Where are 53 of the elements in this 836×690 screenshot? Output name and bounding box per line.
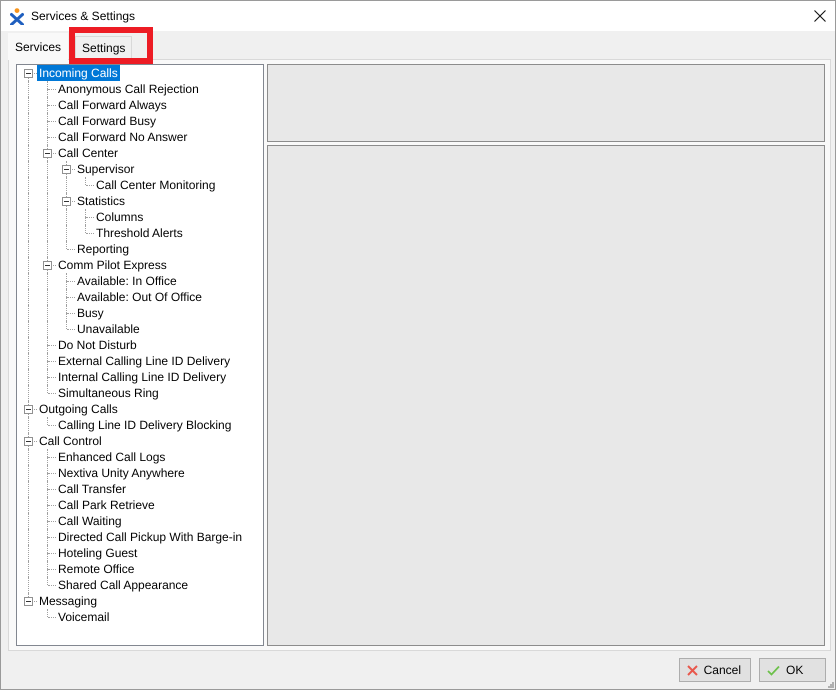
tree-item[interactable]: Internal Calling Line ID Delivery — [56, 369, 228, 385]
collapse-icon[interactable] — [43, 261, 52, 270]
tab[interactable]: Settings — [75, 36, 132, 59]
tree-item[interactable]: Supervisor — [75, 161, 136, 177]
tree-item[interactable]: External Calling Line ID Delivery — [56, 353, 232, 369]
collapse-icon[interactable] — [24, 69, 33, 78]
ok-button[interactable]: OK — [759, 658, 826, 682]
tree-item[interactable]: Calling Line ID Delivery Blocking — [56, 417, 234, 433]
tree-item[interactable]: Outgoing Calls — [37, 401, 120, 417]
tree-item[interactable]: Call Transfer — [56, 481, 128, 497]
tree-item[interactable]: Statistics — [75, 193, 128, 209]
tree-item[interactable]: Columns — [94, 209, 146, 225]
tree-item[interactable]: Available: Out Of Office — [75, 289, 204, 305]
tree-item[interactable]: Call Forward Busy — [56, 113, 158, 129]
tree-item[interactable]: Remote Office — [56, 561, 136, 577]
resize-grip-icon[interactable] — [828, 682, 834, 688]
collapse-icon[interactable] — [62, 165, 71, 174]
check-icon — [767, 664, 780, 676]
close-icon[interactable] — [814, 10, 826, 22]
tree-item[interactable]: Incoming Calls — [37, 65, 120, 81]
cancel-button[interactable]: Cancel — [678, 658, 751, 682]
tree-item[interactable]: Reporting — [75, 241, 132, 257]
collapse-icon[interactable] — [62, 197, 71, 206]
tree-item[interactable]: Call Park Retrieve — [56, 497, 157, 513]
app-logo-icon — [10, 8, 24, 24]
tree-item[interactable]: Comm Pilot Express — [56, 257, 169, 273]
tree-item[interactable]: Unavailable — [75, 321, 142, 337]
tree-item[interactable]: Enhanced Call Logs — [56, 449, 168, 465]
tree-item[interactable]: Messaging — [37, 593, 100, 609]
tree-item[interactable]: Hoteling Guest — [56, 545, 140, 561]
collapse-icon[interactable] — [43, 149, 52, 158]
tree-item[interactable]: Call Control — [37, 433, 104, 449]
tree-item[interactable]: Anonymous Call Rejection — [56, 81, 201, 97]
tree-item[interactable]: Simultaneous Ring — [56, 385, 161, 401]
tree-item[interactable]: Call Center Monitoring — [94, 177, 218, 193]
tree-item[interactable]: Threshold Alerts — [94, 225, 185, 241]
tree-item[interactable]: Available: In Office — [75, 273, 179, 289]
tree-item[interactable]: Call Forward No Answer — [56, 129, 190, 145]
tree-item[interactable]: Directed Call Pickup With Barge-in — [56, 529, 244, 545]
tab[interactable]: Services — [8, 33, 68, 60]
tree-item[interactable]: Call Center — [56, 145, 120, 161]
tree-item[interactable]: Busy — [75, 305, 106, 321]
tree-item[interactable]: Call Forward Always — [56, 97, 169, 113]
tree-item[interactable]: Shared Call Appearance — [56, 577, 190, 593]
tree-item[interactable]: Call Waiting — [56, 513, 124, 529]
cross-icon — [686, 664, 698, 676]
tree-item[interactable]: Do Not Disturb — [56, 337, 139, 353]
tree-item[interactable]: Voicemail — [56, 609, 112, 625]
tree-item[interactable]: Nextiva Unity Anywhere — [56, 465, 187, 481]
collapse-icon[interactable] — [24, 437, 33, 446]
collapse-icon[interactable] — [24, 405, 33, 414]
collapse-icon[interactable] — [24, 597, 33, 606]
window-title: Services & Settings — [31, 9, 136, 23]
